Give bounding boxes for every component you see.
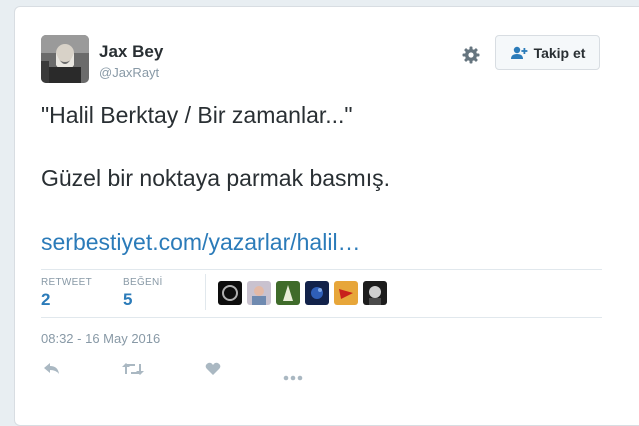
- timestamp[interactable]: 08:32 - 16 May 2016: [41, 331, 160, 346]
- liker-avatars: [218, 281, 387, 305]
- divider: [205, 274, 206, 310]
- liker-avatar[interactable]: [334, 281, 358, 305]
- heart-icon[interactable]: [205, 362, 221, 381]
- retweet-label: RETWEET: [41, 277, 92, 288]
- user-name[interactable]: Jax Bey: [99, 42, 163, 62]
- more-icon[interactable]: [283, 368, 303, 386]
- gear-icon[interactable]: [461, 45, 481, 65]
- reply-icon[interactable]: [43, 362, 61, 381]
- liker-avatar[interactable]: [276, 281, 300, 305]
- tweet-text-line: "Halil Berktay / Bir zamanlar...": [41, 102, 353, 128]
- tweet-card: Jax Bey @JaxRayt Takip et "Halil Berktay…: [14, 6, 639, 426]
- follow-button[interactable]: Takip et: [495, 35, 600, 70]
- avatar[interactable]: [41, 35, 89, 83]
- follow-button-label: Takip et: [533, 44, 586, 61]
- likes-label: BEĞENİ: [123, 277, 163, 288]
- retweet-icon[interactable]: [122, 362, 144, 381]
- liker-avatar[interactable]: [218, 281, 242, 305]
- tweet-text-line: Güzel bir noktaya parmak basmış.: [41, 165, 390, 191]
- liker-avatar[interactable]: [363, 281, 387, 305]
- liker-avatar[interactable]: [305, 281, 329, 305]
- liker-avatar[interactable]: [247, 281, 271, 305]
- divider: [41, 269, 602, 270]
- user-handle[interactable]: @JaxRayt: [99, 65, 159, 80]
- retweet-count[interactable]: 2: [41, 290, 50, 310]
- tweet-link[interactable]: serbestiyet.com/yazarlar/halil…: [41, 229, 361, 256]
- likes-count[interactable]: 5: [123, 290, 132, 310]
- divider: [41, 317, 602, 318]
- add-user-icon: [510, 46, 527, 59]
